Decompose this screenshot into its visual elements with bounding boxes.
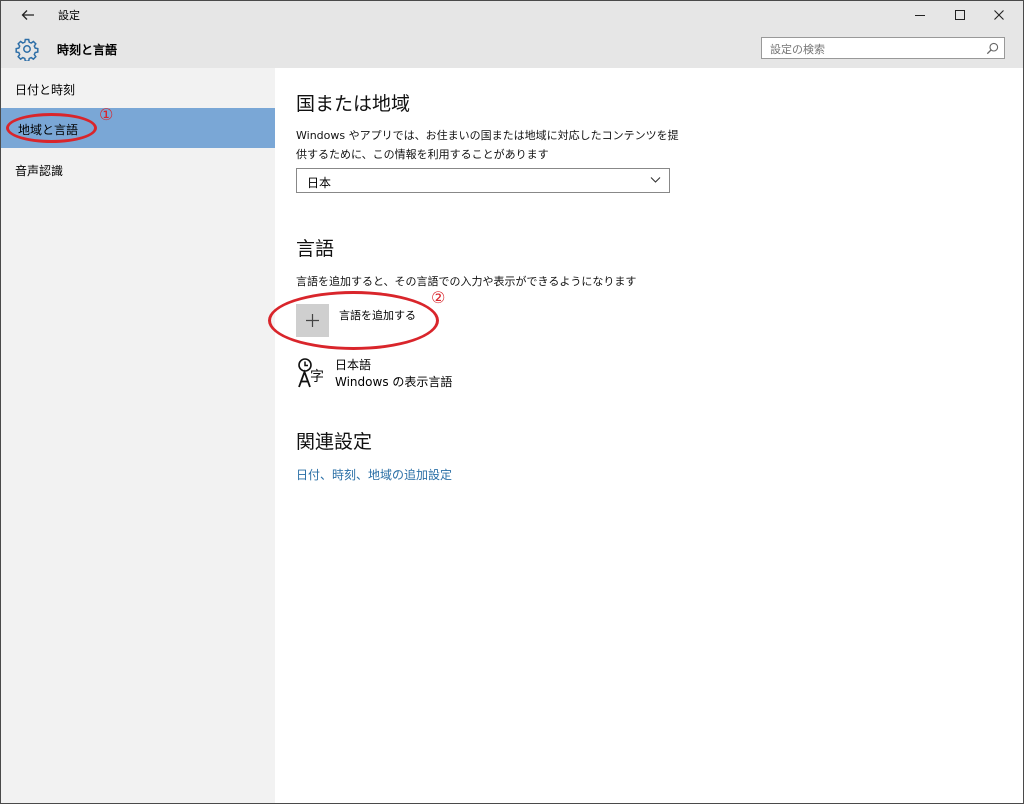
annotation-circle-2	[268, 291, 439, 350]
sidebar: 日付と時刻 地域と言語 音声認識	[1, 68, 275, 803]
maximize-icon	[955, 10, 965, 20]
region-description-line2: 供するために、この情報を利用することがあります	[296, 148, 549, 161]
back-arrow-icon	[21, 10, 34, 20]
header-bar: 時刻と言語	[1, 31, 1023, 68]
main-content: 国または地域 Windows やアプリでは、お住まいの国または地域に対応したコン…	[275, 68, 1023, 803]
svg-text:字: 字	[310, 369, 324, 385]
page-title: 時刻と言語	[57, 43, 118, 57]
annotation-number-2: ②	[431, 288, 446, 307]
related-settings-heading: 関連設定	[296, 431, 373, 453]
search-box[interactable]	[761, 37, 1005, 59]
close-button[interactable]	[976, 1, 1022, 29]
search-input[interactable]	[770, 40, 980, 59]
title-bar: 設定	[1, 1, 1023, 31]
sidebar-item-label: 日付と時刻	[15, 83, 76, 97]
search-icon	[986, 42, 999, 55]
annotation-circle-1	[6, 113, 97, 143]
additional-date-time-region-link[interactable]: 日付、時刻、地域の追加設定	[296, 466, 452, 483]
language-icon: 字	[298, 358, 324, 388]
window-title: 設定	[58, 9, 80, 22]
language-heading: 言語	[296, 238, 335, 260]
language-subtitle: Windows の表示言語	[335, 375, 453, 389]
sidebar-item-date-time[interactable]: 日付と時刻	[1, 68, 275, 108]
dropdown-selected-value: 日本	[307, 176, 332, 190]
sidebar-item-label: 音声認識	[15, 164, 64, 178]
language-description: 言語を追加すると、その言語での入力や表示ができるようになります	[296, 275, 637, 288]
back-button[interactable]	[11, 3, 45, 27]
chevron-down-icon	[650, 177, 661, 183]
annotation-number-1: ①	[99, 105, 114, 124]
region-description-line1: Windows やアプリでは、お住まいの国または地域に対応したコンテンツを提	[296, 129, 679, 142]
region-heading: 国または地域	[296, 93, 411, 115]
country-region-dropdown[interactable]: 日本	[296, 168, 670, 193]
close-icon	[994, 10, 1004, 20]
settings-window: 設定 時刻と言語 設定の検索 日付と時刻 地域と言語 音声認識 国または地域 W…	[0, 0, 1024, 804]
language-name: 日本語	[335, 358, 372, 372]
gear-icon	[15, 38, 39, 61]
sidebar-item-speech[interactable]: 音声認識	[1, 149, 275, 189]
minimize-icon	[915, 15, 925, 16]
